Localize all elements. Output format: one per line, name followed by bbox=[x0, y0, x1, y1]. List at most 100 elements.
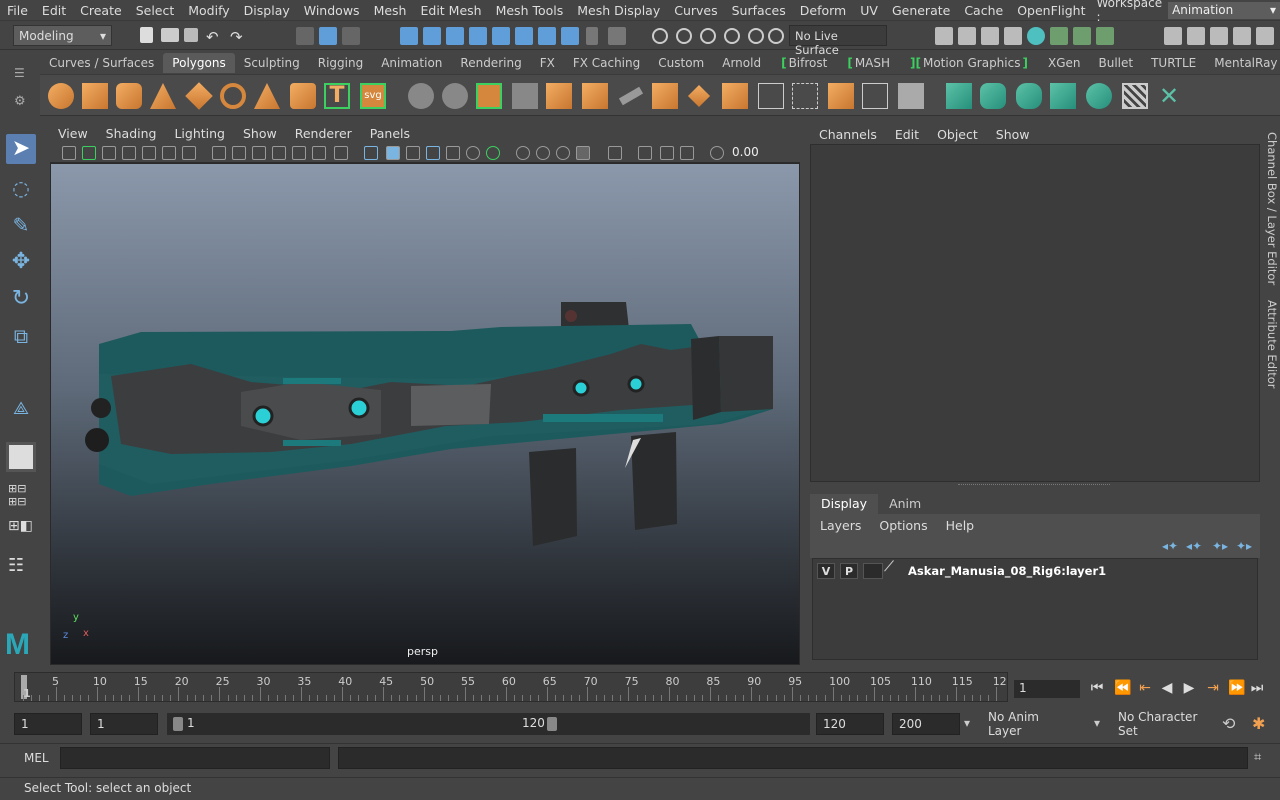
safe-title-icon[interactable] bbox=[312, 146, 326, 160]
channel-box-side-tab[interactable]: Channel Box / Layer Editor bbox=[1265, 132, 1279, 285]
combine-icon[interactable] bbox=[408, 83, 434, 109]
camera-attributes-icon[interactable] bbox=[62, 146, 76, 160]
preferences-running-icon[interactable]: ✱ bbox=[1252, 714, 1265, 733]
channel-box-icon[interactable] bbox=[1233, 27, 1251, 45]
poly-pyramid-icon[interactable] bbox=[254, 83, 280, 109]
bookmark-icon[interactable] bbox=[122, 146, 136, 160]
workspace-select[interactable]: Animation ▾ bbox=[1168, 1, 1280, 19]
backface-icon[interactable] bbox=[680, 146, 694, 160]
layer-name[interactable]: Askar_Manusia_08_Rig6:layer1 bbox=[908, 564, 1106, 578]
character-controls-icon[interactable] bbox=[1073, 27, 1091, 45]
exposure-icon[interactable] bbox=[710, 146, 724, 160]
modeling-toolkit-icon[interactable] bbox=[1050, 27, 1068, 45]
render-sequence-icon[interactable] bbox=[958, 27, 976, 45]
hypershade-icon[interactable] bbox=[1027, 27, 1045, 45]
append-poly-icon[interactable] bbox=[722, 83, 748, 109]
tool-settings-icon[interactable] bbox=[1210, 27, 1228, 45]
exposure-field[interactable]: 0.00 bbox=[732, 145, 759, 159]
boolean-icon[interactable] bbox=[512, 83, 538, 109]
menu-openflight[interactable]: OpenFlight bbox=[1010, 3, 1092, 18]
character-set-select[interactable]: No Character Set bbox=[1112, 710, 1212, 738]
snap-grid-icon[interactable] bbox=[400, 27, 418, 45]
offset-edge-loop-icon[interactable] bbox=[792, 83, 818, 109]
shelf-tab-custom[interactable]: Custom bbox=[649, 53, 713, 73]
ambient-occlusion-icon[interactable] bbox=[486, 146, 500, 160]
lasso-icon[interactable] bbox=[652, 28, 668, 44]
shelf-tab-animation[interactable]: Animation bbox=[372, 53, 451, 73]
field-chart-icon[interactable] bbox=[272, 146, 286, 160]
live-surface-field[interactable]: No Live Surface bbox=[789, 25, 887, 57]
open-scene-icon[interactable] bbox=[161, 28, 179, 42]
uv-editor-icon[interactable] bbox=[946, 83, 972, 109]
bridge-icon[interactable] bbox=[687, 84, 711, 108]
shelf-tab-polygons[interactable]: Polygons bbox=[163, 53, 235, 73]
new-layer-icon[interactable]: ✦▸ bbox=[1212, 539, 1228, 553]
move-tool-icon[interactable]: ✥ bbox=[6, 247, 36, 277]
shelf-tab-fx-caching[interactable]: FX Caching bbox=[564, 53, 649, 73]
poly-cube-icon[interactable] bbox=[82, 83, 108, 109]
soft-select-icon[interactable] bbox=[700, 28, 716, 44]
menu-file[interactable]: File bbox=[0, 3, 35, 18]
anti-aliasing-icon[interactable] bbox=[536, 146, 550, 160]
paint-select-tool-icon[interactable]: ✎ bbox=[6, 210, 36, 240]
layer-menu-help[interactable]: Help bbox=[936, 518, 983, 533]
grid-toggle-icon[interactable] bbox=[182, 146, 196, 160]
gate-mask-icon[interactable] bbox=[252, 146, 266, 160]
go-to-end-icon[interactable]: ⏭ bbox=[1250, 680, 1264, 696]
layer-menu-layers[interactable]: Layers bbox=[810, 518, 869, 533]
snap-surface-icon[interactable] bbox=[492, 27, 510, 45]
merge-icon[interactable] bbox=[828, 83, 854, 109]
range-end-field[interactable]: 120 bbox=[816, 713, 884, 735]
script-language-label[interactable]: MEL bbox=[24, 751, 49, 765]
textured-icon[interactable] bbox=[426, 146, 440, 160]
new-layer-selected-icon[interactable]: ✦▸ bbox=[1236, 539, 1252, 553]
range-start-field[interactable]: 1 bbox=[14, 713, 82, 735]
smooth-shade-icon[interactable] bbox=[386, 146, 400, 160]
chevron-down-icon[interactable]: ▾ bbox=[964, 716, 970, 730]
xray-icon[interactable] bbox=[608, 146, 622, 160]
hud-toggle-icon[interactable] bbox=[1096, 27, 1114, 45]
xray-active-icon[interactable] bbox=[660, 146, 674, 160]
shelf-tab-mentalray[interactable]: MentalRay bbox=[1205, 53, 1280, 73]
select-object-icon[interactable] bbox=[319, 27, 337, 45]
live-surface-icon[interactable] bbox=[768, 28, 784, 44]
menu-set-select[interactable]: Modeling ▾ bbox=[13, 25, 112, 46]
gear-icon[interactable]: ⚙ bbox=[14, 94, 26, 109]
cylindrical-map-icon[interactable] bbox=[1016, 83, 1042, 109]
ipr-render-icon[interactable] bbox=[981, 27, 999, 45]
camera-bookmark-icon[interactable] bbox=[82, 146, 96, 160]
chevron-down-icon[interactable]: ▾ bbox=[1094, 716, 1100, 730]
help-query-icon[interactable] bbox=[561, 27, 579, 45]
snap-vertex-icon[interactable] bbox=[515, 27, 533, 45]
automatic-map-icon[interactable] bbox=[1050, 83, 1076, 109]
menu-edit-mesh[interactable]: Edit Mesh bbox=[413, 3, 488, 18]
shelf-tab-bifrost[interactable]: [Bifrost bbox=[770, 53, 836, 73]
channel-menu-edit[interactable]: Edit bbox=[886, 127, 928, 142]
cut-uv-icon[interactable]: ✕ bbox=[1156, 83, 1182, 109]
attribute-editor-icon[interactable] bbox=[1187, 27, 1205, 45]
magnet-icon[interactable] bbox=[748, 28, 764, 44]
render-view-icon[interactable] bbox=[538, 27, 556, 45]
menu-select[interactable]: Select bbox=[129, 3, 182, 18]
anim-start-field[interactable]: 1 bbox=[90, 713, 158, 735]
move-layer-down-icon[interactable]: ◂✦ bbox=[1186, 539, 1202, 553]
snap-curve-icon[interactable] bbox=[423, 27, 441, 45]
mirror-icon[interactable] bbox=[546, 83, 572, 109]
poly-plane-icon[interactable] bbox=[185, 82, 213, 110]
svg-icon[interactable]: svg bbox=[360, 83, 386, 109]
isolate-select-icon[interactable] bbox=[576, 146, 590, 160]
shelf-tab-mash[interactable]: [MASH bbox=[836, 53, 899, 73]
render-frame-icon[interactable] bbox=[935, 27, 953, 45]
wireframe-icon[interactable] bbox=[334, 146, 348, 160]
perspective-viewport[interactable]: y x z persp bbox=[50, 163, 800, 665]
menu-deform[interactable]: Deform bbox=[793, 3, 853, 18]
select-component-icon[interactable] bbox=[342, 27, 360, 45]
current-frame-field[interactable]: 1 bbox=[1014, 680, 1080, 698]
poly-cylinder-icon[interactable] bbox=[116, 83, 142, 109]
panel-splitter[interactable] bbox=[958, 484, 1110, 488]
hamburger-icon[interactable]: ☰ bbox=[14, 66, 25, 80]
viewport-menu-panels[interactable]: Panels bbox=[362, 126, 420, 141]
planar-map-icon[interactable] bbox=[980, 83, 1006, 109]
viewport-menu-view[interactable]: View bbox=[50, 126, 98, 141]
rotate-tool-icon[interactable]: ↻ bbox=[6, 284, 36, 314]
